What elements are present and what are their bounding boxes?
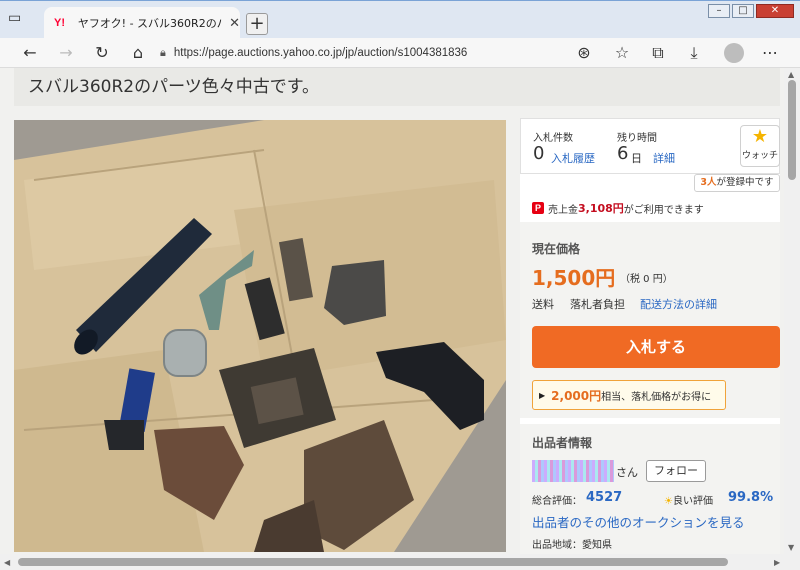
paypay-balance-notice: P 売上金 3,108円 がご利用できます (532, 200, 704, 216)
seller-heading: 出品者情報 (532, 436, 593, 450)
paypay-suffix: がご利用できます (623, 204, 704, 216)
url-text[interactable]: https://page.auctions.yahoo.co.jp/jp/auc… (174, 47, 467, 59)
collections-icon[interactable]: ⧉ (648, 43, 668, 63)
triangle-right-icon: ▶ (539, 390, 546, 400)
workspaces-icon[interactable]: ▭ (8, 10, 28, 30)
bid-history-link[interactable]: 入札履歴 (551, 150, 595, 166)
new-tab-button[interactable]: + (246, 13, 268, 35)
browser-tab-active[interactable]: Y! ヤフオク! - スバル360R2のパーツ色々 ✕ (44, 7, 240, 39)
shipping-label: 送料 (532, 298, 554, 311)
bid-button[interactable]: 入札する (532, 326, 780, 368)
seller-name-suffix: さん (616, 466, 638, 479)
address-bar[interactable]: 🔒︎ https://page.auctions.yahoo.co.jp/jp/… (160, 41, 600, 65)
more-menu-icon[interactable]: ⋯ (760, 43, 780, 63)
bids-count: 0 (533, 143, 545, 164)
title-band: スバル360R2のパーツ色々中古です。 (14, 68, 780, 106)
bids-count-label: 入札件数 (533, 133, 573, 144)
scroll-up-icon[interactable]: ▲ (788, 70, 794, 79)
follow-button[interactable]: フォロー (646, 460, 706, 482)
lock-icon[interactable]: 🔒︎ (160, 46, 166, 60)
watch-count: 3人 (700, 177, 717, 188)
current-price-label: 現在価格 (532, 242, 581, 256)
good-rating-value: 99.8% (728, 490, 774, 505)
refresh-icon[interactable]: ↻ (92, 43, 112, 63)
tax-note: （税 0 円） (620, 274, 673, 285)
browser-titlebar: ▭ Y! ヤフオク! - スバル360R2のパーツ色々 ✕ + – □ ✕ (0, 0, 800, 39)
product-photo[interactable] (14, 120, 506, 552)
horizontal-scroll-thumb[interactable] (18, 558, 728, 566)
watch-label: ウォッチ (741, 151, 778, 161)
promo-amount: 2,000円 (551, 388, 602, 403)
tab-close-icon[interactable]: ✕ (229, 16, 240, 31)
shipping-value: 落札者負担 (570, 298, 625, 311)
home-icon[interactable]: ⌂ (128, 43, 148, 63)
time-left-unit: 日 (631, 152, 642, 165)
time-left-label: 残り時間 (617, 133, 657, 144)
paypay-icon: P (532, 202, 544, 214)
time-left-value: 6 (617, 143, 629, 164)
product-photo-image (14, 120, 506, 552)
close-window-button[interactable]: ✕ (756, 4, 794, 18)
promo-suffix: 相当、落札価格がお得に (601, 391, 712, 403)
watch-count-tooltip: 3人が登録中です (694, 174, 780, 192)
other-auctions-link[interactable]: 出品者のその他のオークションを見る (532, 512, 745, 531)
good-rating: ☀良い評価 (664, 492, 713, 507)
read-aloud-icon[interactable]: ⊛ (574, 43, 594, 63)
page-content: スバル360R2のパーツ色々中古です。 入札件数 0 入札履歴 残り時間 6 日… (0, 68, 784, 554)
vertical-scroll-thumb[interactable] (788, 80, 796, 180)
scroll-left-icon[interactable]: ◀ (4, 558, 10, 567)
yahoo-favicon-icon: Y! (54, 17, 65, 29)
watch-tip-suffix: が登録中です (716, 177, 774, 188)
good-rating-label: 良い評価 (672, 496, 713, 507)
profile-avatar[interactable] (724, 43, 744, 63)
star-icon: ★ (751, 126, 769, 147)
time-detail-link[interactable]: 詳細 (653, 150, 675, 166)
scroll-down-icon[interactable]: ▼ (788, 543, 794, 552)
rating-value[interactable]: 4527 (586, 490, 622, 505)
watch-button[interactable]: ★ ウォッチ (740, 125, 780, 167)
downloads-icon[interactable]: ⤓ (684, 43, 704, 63)
rating-label: 総合評価： (532, 496, 582, 507)
window-controls: – □ ✕ (706, 4, 794, 18)
forward-icon[interactable]: → (56, 43, 76, 63)
browser-toolbar: ← → ↻ ⌂ 🔒︎ https://page.auctions.yahoo.c… (0, 38, 800, 68)
promo-banner[interactable]: ▶ 2,000円 相当、落札価格がお得に (532, 380, 726, 410)
current-price: 1,500円 (532, 266, 616, 290)
tab-title: ヤフオク! - スバル360R2のパーツ色々 (77, 17, 224, 30)
seller-name-mosaic[interactable] (532, 460, 614, 482)
shipping-method-link[interactable]: 配送方法の詳細 (640, 296, 717, 312)
minimize-button[interactable]: – (708, 4, 730, 18)
auction-side-panel: 入札件数 0 入札履歴 残り時間 6 日 詳細 ★ ウォッチ 3人が登録中です … (520, 118, 780, 554)
paypay-prefix: 売上金 (548, 204, 578, 216)
seller-info: 出品者情報 さん フォロー 総合評価： 4527 ☀良い評価 99.8% 出品者… (520, 424, 780, 554)
page-title: スバル360R2のパーツ色々中古です。 (28, 77, 320, 97)
back-icon[interactable]: ← (20, 43, 40, 63)
maximize-button[interactable]: □ (732, 4, 754, 18)
favorites-star-icon[interactable]: ☆ (612, 43, 632, 63)
price-box: 現在価格 1,500円 （税 0 円） 送料 落札者負担 配送方法の詳細 入札す… (520, 222, 780, 418)
sun-icon: ☀ (664, 496, 673, 507)
scroll-right-icon[interactable]: ▶ (774, 558, 780, 567)
seller-region: 出品地域：愛知県 (532, 540, 612, 551)
paypay-amount: 3,108円 (578, 202, 624, 215)
